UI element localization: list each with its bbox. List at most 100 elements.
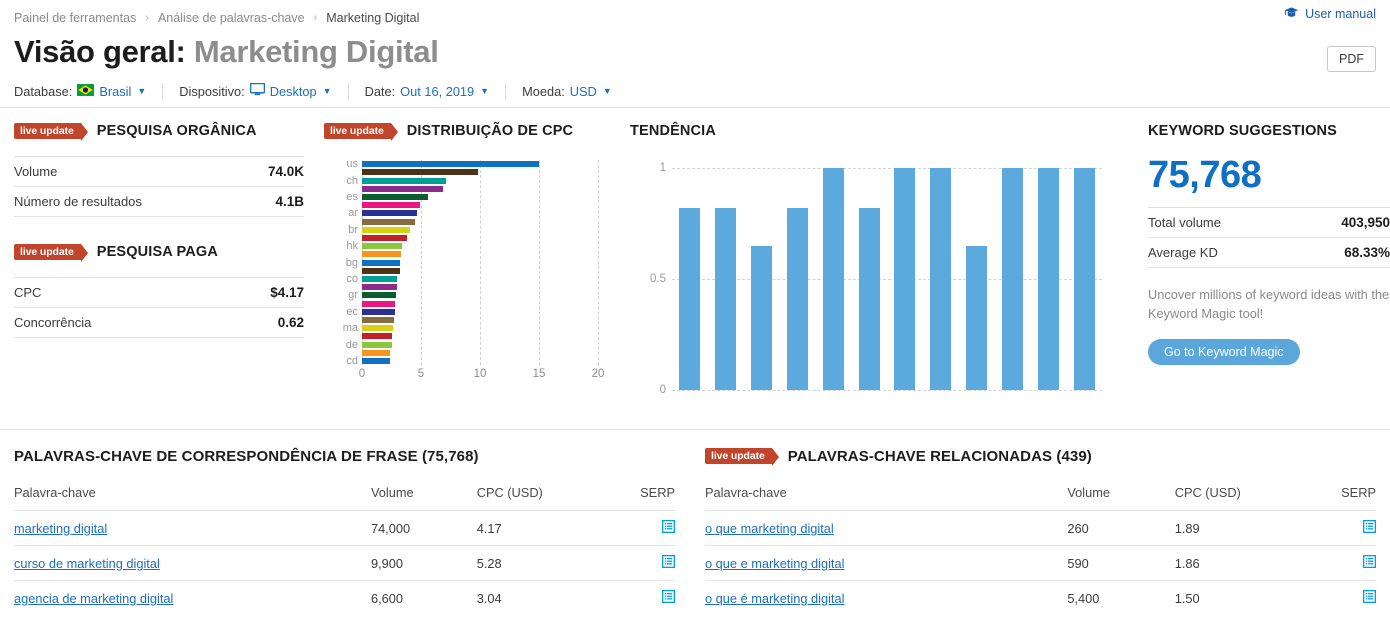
graduation-cap-icon [1284,6,1299,22]
cell-volume: 260 [1067,510,1175,546]
serp-icon[interactable] [1362,589,1377,606]
organic-metrics-table: Volume 74.0K Número de resultados 4.1B [14,156,304,217]
table-row: agencia de marketing digital 6,600 3.04 [14,580,676,615]
filter-currency-value[interactable]: USD [570,84,597,99]
live-update-badge: live update [14,243,88,262]
chevron-down-icon: ▼ [137,86,147,97]
filter-database[interactable]: Database: Brasil ▼ [14,84,146,99]
table-row: Número de resultados 4.1B [14,187,304,217]
y-tick-label: ec [346,305,358,318]
filter-currency[interactable]: Moeda: USD ▼ [522,84,612,99]
related-keywords-title: PALAVRAS-CHAVE RELACIONADAS (439) [787,447,1092,465]
filter-date-value[interactable]: Out 16, 2019 [400,84,474,99]
cpc-bar [362,169,478,176]
monitor-icon [249,83,265,99]
trend-bar [715,207,737,390]
cell-keyword: o que é marketing digital [705,580,1068,615]
serp-icon[interactable] [661,589,676,606]
cell-volume: 5,400 [1067,580,1175,615]
serp-icon[interactable] [661,519,676,536]
keyword-link[interactable]: marketing digital [14,521,107,536]
organic-section-title: PESQUISA ORGÂNICA [96,123,257,139]
panel-search-metrics: live update PESQUISA ORGÂNICA Volume 74.… [0,118,318,423]
trend-bar [1037,168,1059,390]
table-row: o que e marketing digital 590 1.86 [705,545,1377,581]
x-tick-label: 20 [591,368,605,380]
header-divider [0,107,1390,108]
serp-icon[interactable] [661,554,676,571]
page-title-row: Visão geral: Marketing Digital [0,28,1390,70]
filter-divider [347,82,349,100]
cell-cpc: 3.04 [476,580,609,615]
keyword-tables: PALAVRAS-CHAVE DE CORRESPONDÊNCIA DE FRA… [0,443,1390,619]
page-title-prefix: Visão geral: [14,34,186,69]
keyword-link[interactable]: o que marketing digital [705,521,834,536]
live-update-badge: live update [705,447,779,466]
metric-label: Volume [14,164,58,179]
breadcrumb-separator: › [313,11,318,24]
cpc-chart-y-axis: us ch es ar br hk bg co gr ec ma de cd [324,158,358,367]
go-to-keyword-magic-button[interactable]: Go to Keyword Magic [1148,339,1300,366]
cpc-bar [362,316,394,323]
table-row: Volume 74.0K [14,157,304,187]
phrase-match-title: PALAVRAS-CHAVE DE CORRESPONDÊNCIA DE FRA… [14,447,479,465]
keyword-link[interactable]: agencia de marketing digital [14,591,173,606]
breadcrumb-item-0[interactable]: Painel de ferramentas [14,11,136,25]
phrase-match-section: PALAVRAS-CHAVE DE CORRESPONDÊNCIA DE FRA… [0,443,695,619]
user-manual-label: User manual [1305,7,1376,21]
panel-keyword-suggestions: KEYWORD SUGGESTIONS 75,768 Total volume … [1138,118,1390,423]
related-keywords-table: Palavra-chave Volume CPC (USD) SERP o qu… [705,479,1377,615]
breadcrumb-item-1[interactable]: Análise de palavras-chave [158,11,305,25]
filter-device[interactable]: Dispositivo: Desktop ▼ [179,83,332,99]
suggestions-section-header: KEYWORD SUGGESTIONS [1148,118,1390,144]
y-tick-label: br [348,223,358,236]
live-update-badge: live update [324,122,398,141]
cpc-bar [362,300,396,307]
cpc-bar [362,161,539,168]
trend-bar [822,168,844,390]
suggestions-note: Uncover millions of keyword ideas with t… [1148,287,1390,321]
keyword-link[interactable]: o que é marketing digital [705,591,844,606]
y-tick-label: 0 [659,384,666,396]
filter-device-label: Dispositivo: [179,83,245,99]
chevron-down-icon: ▼ [480,86,490,97]
cpc-bar [362,308,396,315]
table-row: marketing digital 74,000 4.17 [14,510,676,546]
breadcrumb: Painel de ferramentas › Análise de palav… [0,0,1390,28]
chevron-down-icon: ▼ [602,86,612,97]
keyword-link[interactable]: curso de marketing digital [14,556,160,571]
cpc-bar [362,193,429,200]
page-title-keyword: Marketing Digital [193,34,439,69]
cell-volume: 590 [1067,545,1175,581]
cpc-chart-x-axis: 0 5 10 15 20 [358,368,605,388]
cpc-bar [362,177,446,184]
breadcrumb-item-2: Marketing Digital [326,10,420,25]
x-tick-label: 10 [473,368,487,380]
page-title: Visão geral: Marketing Digital [14,34,1390,70]
trend-bar [679,207,701,390]
organic-section-header: live update PESQUISA ORGÂNICA [14,118,304,144]
cpc-bar [362,234,407,241]
filter-device-value[interactable]: Desktop [270,84,317,99]
filter-date[interactable]: Date: Out 16, 2019 ▼ [365,84,490,99]
x-tick-label: 0 [358,368,366,380]
y-tick-label: bg [345,256,358,269]
user-manual-link[interactable]: User manual [1284,6,1376,22]
cpc-bar [362,275,398,282]
cell-keyword: agencia de marketing digital [14,580,371,615]
serp-icon[interactable] [1362,519,1377,536]
cpc-section-header: live update DISTRIBUIÇÃO DE CPC [324,118,626,144]
filter-divider [162,82,164,100]
serp-icon[interactable] [1362,554,1377,571]
cell-cpc: 1.86 [1174,545,1309,581]
table-header-row: Palavra-chave Volume CPC (USD) SERP [705,479,1376,511]
cell-volume: 6,600 [370,580,477,615]
filter-database-value[interactable]: Brasil [99,84,131,99]
cpc-section-title: DISTRIBUIÇÃO DE CPC [406,123,574,139]
metric-label: Total volume [1148,215,1221,230]
keyword-link[interactable]: o que e marketing digital [705,556,844,571]
pdf-export-button[interactable]: PDF [1327,46,1376,72]
trend-bar [751,245,773,390]
trend-chart-y-axis: 0 0.5 1 [630,162,666,396]
cpc-bar [362,349,391,356]
